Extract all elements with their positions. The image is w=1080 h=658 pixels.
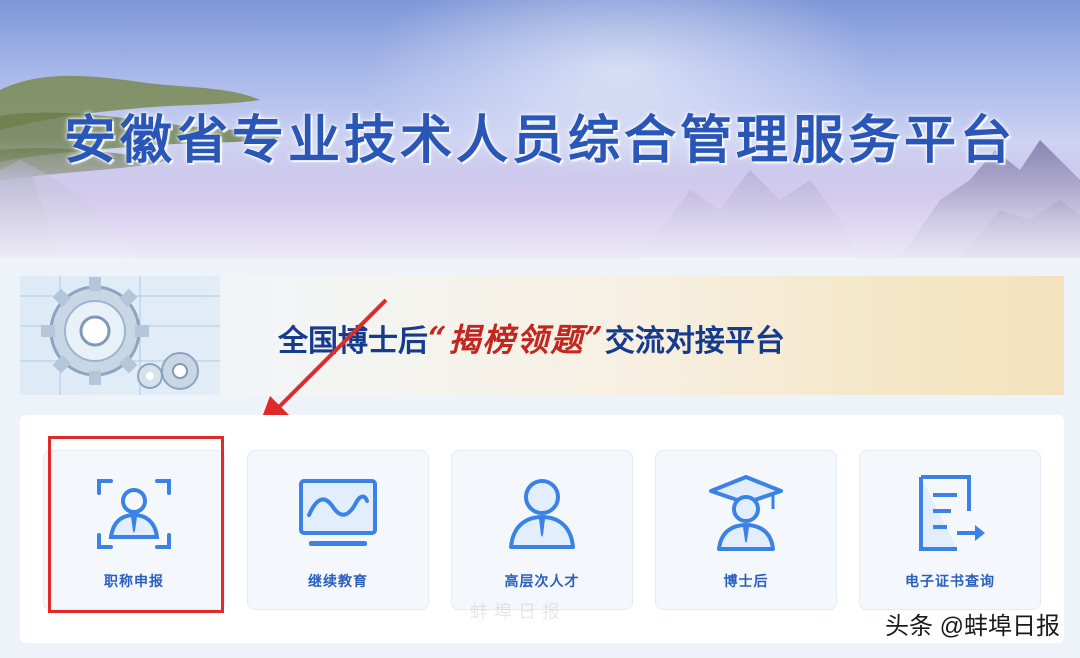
service-card-postdoc[interactable]: 博士后 — [655, 450, 837, 610]
graduate-icon — [709, 475, 783, 551]
service-card-e-certificate[interactable]: 电子证书查询 — [859, 450, 1041, 610]
gear-icon — [20, 276, 220, 395]
promo-suffix: 交流对接平台 — [604, 325, 785, 358]
service-label: 继续教育 — [308, 573, 368, 589]
person-icon — [509, 479, 575, 549]
faint-stamp: 蚌埠日报 — [470, 602, 566, 622]
promo-quote-close: ” — [584, 319, 605, 357]
watermark: 头条 @蚌埠日报 — [884, 613, 1060, 640]
service-label: 博士后 — [723, 573, 769, 589]
highlight-box — [48, 436, 224, 613]
document-export-icon — [919, 475, 985, 551]
service-label: 高层次人才 — [504, 573, 580, 589]
promo-calligraphy: 揭榜领题 — [448, 321, 585, 359]
service-card-continuing-education[interactable]: 继续教育 — [247, 450, 429, 610]
monitor-wave-icon — [299, 479, 377, 546]
service-label: 电子证书查询 — [905, 573, 995, 589]
postdoc-promo-banner[interactable]: 全国博士后 “ 揭榜领题 ” 交流对接平台 — [20, 276, 1064, 395]
header-banner: 安徽省专业技术人员综合管理服务平台 — [0, 0, 1080, 258]
page-title: 安徽省专业技术人员综合管理服务平台 — [63, 112, 1016, 170]
service-card-high-level-talent[interactable]: 高层次人才 — [451, 450, 633, 610]
promo-quote-open: “ — [428, 319, 449, 357]
